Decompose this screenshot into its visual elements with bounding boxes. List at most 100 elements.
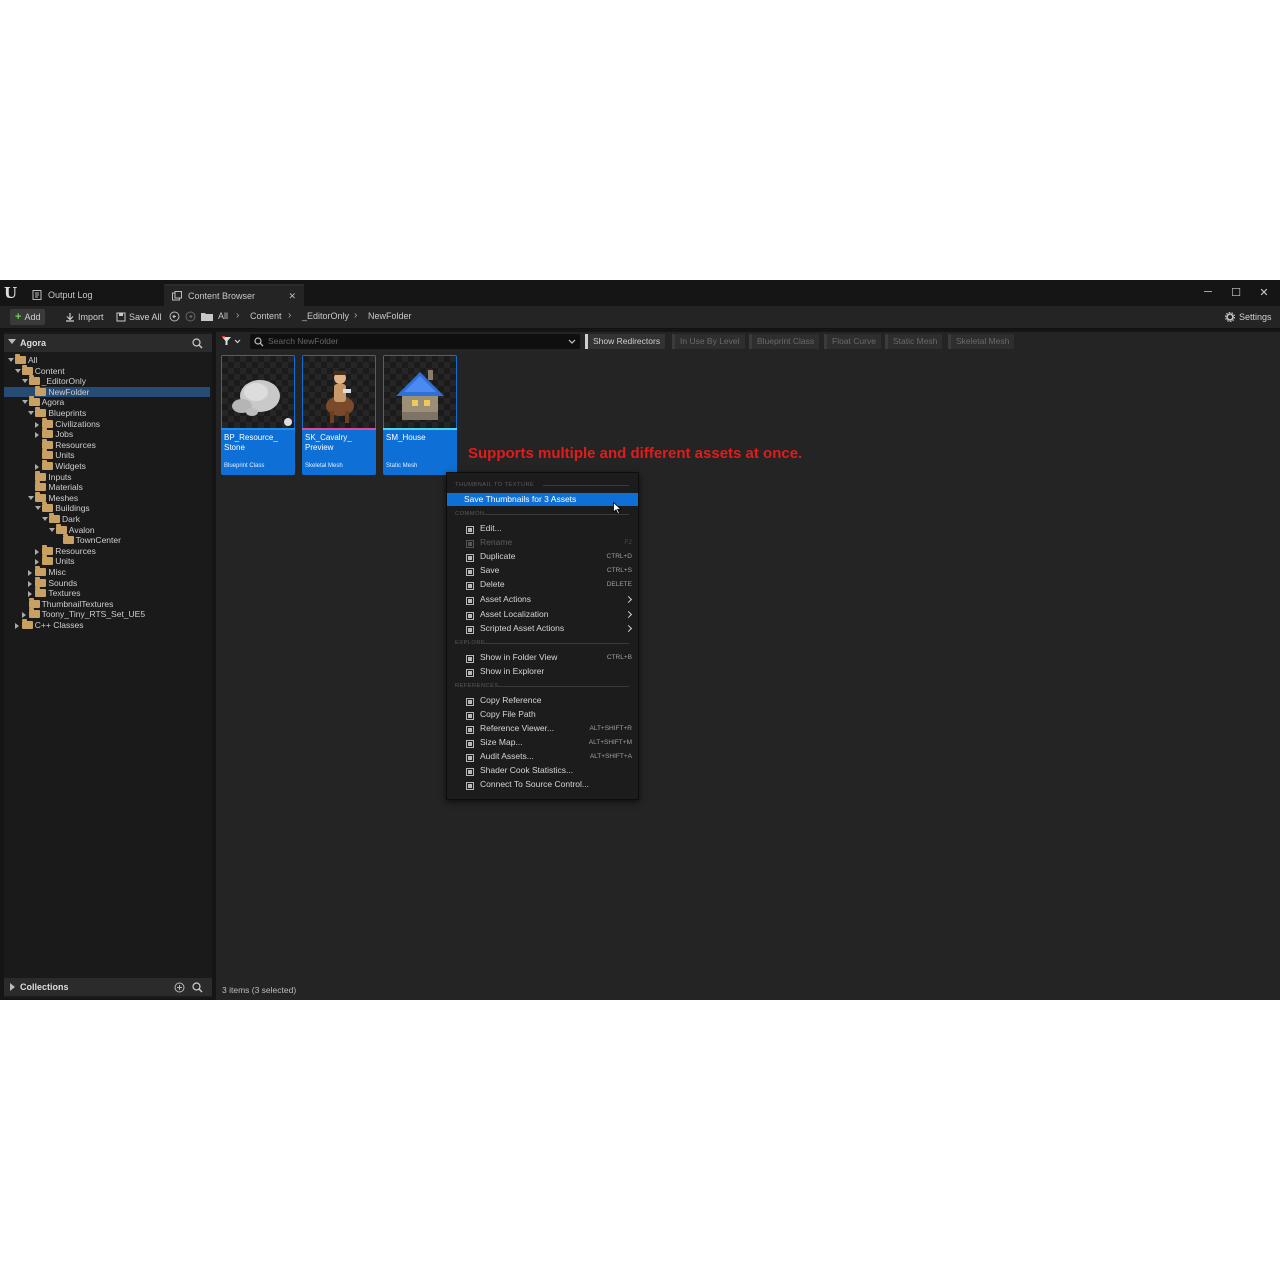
filter-chip-show-redirectors[interactable]: Show Redirectors [585,334,666,349]
expanded-arrow-icon[interactable] [42,517,48,521]
filter-icon[interactable] [222,336,242,346]
tree-item[interactable]: Resources [4,544,210,557]
expanded-arrow-icon[interactable] [28,495,35,500]
collapsed-arrow-icon[interactable] [35,559,40,566]
forward-arrow-icon[interactable] [185,311,196,322]
collapsed-arrow-icon[interactable] [21,612,26,619]
menu-item[interactable]: Save Thumbnails for 3 Assets [447,493,638,506]
expanded-arrow-icon[interactable] [21,400,28,405]
tab-output-log[interactable]: Output Log [24,284,162,306]
tree-item[interactable]: All [4,354,210,366]
folder-icon[interactable] [201,312,213,321]
tree-item[interactable]: Meshes [4,491,210,504]
folder-icon [35,385,47,396]
tree-item[interactable]: C++ Classes [4,619,210,631]
filter-chip-static-mesh[interactable]: Static Mesh [885,334,943,349]
back-arrow-icon[interactable] [169,311,180,322]
menu-item[interactable]: Save CTRL+S [447,564,638,577]
collapsed-arrow-icon[interactable] [28,580,33,587]
menu-item[interactable]: Audit Assets... ALT+SHIFT+A [447,750,638,763]
collapsed-arrow-icon[interactable] [28,570,33,576]
menu-item[interactable]: Shader Cook Statistics... [447,764,638,777]
breadcrumb-newfolder[interactable]: NewFolder [368,311,412,321]
menu-item[interactable]: Copy File Path [447,708,638,721]
close-tab-icon[interactable]: ✕ [288,291,296,302]
expanded-arrow-icon[interactable] [21,379,28,384]
tree-item[interactable]: Toony_Tiny_RTS_Set_UE5 [4,608,210,620]
house-thumbnail-icon [396,370,444,420]
folder-icon [15,354,26,364]
menu-item[interactable]: Asset Actions [447,593,638,606]
collapsed-arrow-icon[interactable] [14,623,19,629]
menu-item[interactable]: Scripted Asset Actions [447,622,638,635]
tree-item[interactable]: Dark [4,513,210,525]
menu-item[interactable]: Edit... [447,522,638,535]
tree-item[interactable]: Units [4,449,210,461]
tree-item[interactable]: NewFolder [4,385,210,398]
menu-item[interactable]: Reference Viewer... ALT+SHIFT+R [447,722,638,735]
expanded-arrow-icon[interactable] [35,506,42,511]
breadcrumb-content[interactable]: Content [250,311,282,321]
collapsed-arrow-icon[interactable] [35,421,40,428]
unreal-logo-icon[interactable]: U [4,284,22,302]
chevron-right-icon[interactable]: › [236,310,239,321]
tree-item[interactable]: ThumbnailTextures [4,597,210,610]
tree-item[interactable]: Avalon [4,523,210,536]
tree-item[interactable]: Widgets [4,460,210,472]
asset-tile-bp-resource-stone[interactable]: BP_Resource_ Stone Blueprint Class [221,355,295,475]
tree-item-label: Misc [48,567,66,577]
menu-item[interactable]: Duplicate CTRL+D [447,550,638,563]
asset-tile-sk-cavalry-preview[interactable]: SK_Cavalry_ Preview Skeletal Mesh [302,355,376,475]
settings-button[interactable]: Settings [1220,309,1277,325]
add-collection-icon[interactable] [174,982,185,993]
close-window-button[interactable]: ✕ [1257,286,1271,299]
sources-header[interactable]: Agora [4,334,212,352]
breadcrumb-editoronly[interactable]: _EditorOnly [302,311,349,321]
tree-item[interactable]: Misc [4,566,210,578]
expanded-arrow-icon[interactable] [28,411,35,415]
search-icon[interactable] [192,982,203,993]
collections-header[interactable]: Collections [4,978,212,996]
minimize-button[interactable]: ─ [1201,286,1215,298]
collapsed-arrow-icon[interactable] [35,432,40,439]
menu-item[interactable]: Copy Reference [447,694,638,707]
tree-item[interactable]: Civilizations [4,417,210,430]
filter-chip-in-use-by-level[interactable]: In Use By Level [672,334,745,349]
filter-chip-float-curve[interactable]: Float Curve [824,334,881,349]
filter-chip-blueprint-class[interactable]: Blueprint Class [749,334,820,349]
tree-item[interactable]: Buildings [4,502,210,514]
asset-tile-sm-house[interactable]: SM_House Static Mesh [383,355,457,475]
collapsed-arrow-icon[interactable] [35,464,40,470]
maximize-button[interactable]: ☐ [1229,286,1243,299]
menu-item[interactable]: Show in Explorer [447,665,638,678]
import-button[interactable]: Import [60,309,109,325]
collapsed-arrow-icon[interactable] [35,548,40,555]
menu-item[interactable]: Show in Folder View CTRL+B [447,651,638,664]
breadcrumb-all[interactable]: All [218,311,228,321]
search-input[interactable]: Search NewFolder [250,334,580,349]
menu-item[interactable]: Connect To Source Control... [447,778,638,791]
filter-chip-skeletal-mesh[interactable]: Skeletal Mesh [948,334,1015,349]
gear-icon [1225,312,1235,322]
tree-item[interactable]: Resources [4,438,210,451]
tab-content-browser[interactable]: Content Browser ✕ [164,284,304,306]
tree-item[interactable]: Blueprints [4,407,210,419]
expanded-arrow-icon[interactable] [8,358,14,362]
tree-item[interactable]: TownCenter [4,534,210,546]
asset-view[interactable]: Search NewFolder Show Redirectors In Use… [216,332,1280,1000]
menu-item[interactable]: Delete DELETE [447,578,638,591]
chevron-right-icon[interactable]: › [354,310,357,321]
add-button[interactable]: + Add [10,309,46,325]
collapsed-arrow-icon[interactable] [28,591,33,598]
expanded-arrow-icon[interactable] [14,368,21,373]
chevron-right-icon[interactable]: › [288,310,291,321]
tree-item[interactable]: Jobs [4,428,210,440]
expanded-arrow-icon[interactable] [48,527,55,532]
tree-item[interactable]: Content [4,364,210,377]
chevron-down-icon[interactable] [568,339,576,345]
save-all-button[interactable]: Save All [111,309,167,325]
search-icon[interactable] [192,338,203,349]
menu-item[interactable]: Size Map... ALT+SHIFT+M [447,736,638,749]
menu-item[interactable]: Asset Localization [447,608,638,621]
tree-item[interactable]: Textures [4,587,210,599]
